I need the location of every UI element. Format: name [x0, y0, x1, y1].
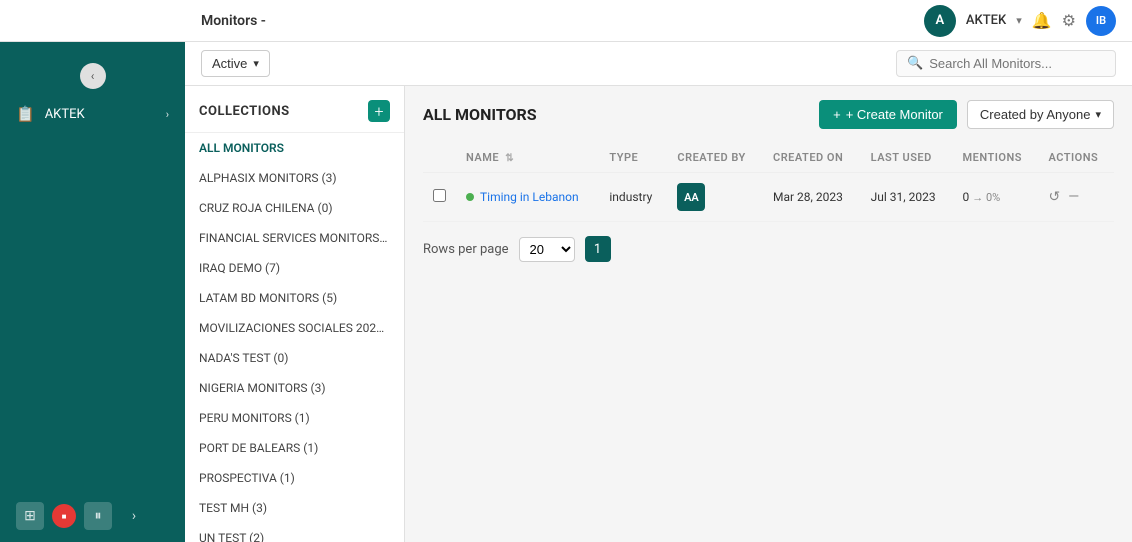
table-row: Timing in Lebanon industry AA Mar 28, 20…	[423, 173, 1114, 222]
collection-item[interactable]: MOVILIZACIONES SOCIALES 2022 (0)	[185, 313, 404, 343]
monitors-header: ALL MONITORS + + Create Monitor Created …	[423, 100, 1114, 129]
row-name: Timing in Lebanon	[456, 173, 599, 222]
create-monitor-btn[interactable]: + + Create Monitor	[819, 100, 957, 129]
rows-per-page-label: Rows per page	[423, 242, 509, 257]
expand-icon-btn[interactable]: ›	[120, 502, 148, 530]
collections-header: COLLECTIONS +	[185, 86, 404, 133]
col-checkbox	[423, 143, 456, 173]
collection-item[interactable]: CRUZ ROJA CHILENA (0)	[185, 193, 404, 223]
row-last-used: Jul 31, 2023	[861, 173, 953, 222]
row-created-on: Mar 28, 2023	[763, 173, 861, 222]
collection-item[interactable]: IRAQ DEMO (7)	[185, 253, 404, 283]
chevron-right-icon: ›	[166, 108, 169, 121]
collection-item[interactable]: LATAM BD MONITORS (5)	[185, 283, 404, 313]
main-content: Active ▾ 🔍 COLLECTIONS + ALL MONITORSALP…	[185, 42, 1132, 542]
search-box[interactable]: 🔍	[896, 50, 1116, 77]
col-last-used: LAST USED	[861, 143, 953, 173]
collection-item[interactable]: TEST MH (3)	[185, 493, 404, 523]
created-by-btn[interactable]: Created by Anyone ▾	[967, 100, 1114, 129]
record-indicator: ■	[52, 504, 76, 528]
pagination: Rows per page 20 50 100 1	[423, 236, 1114, 262]
record-icon: ■	[62, 512, 67, 521]
topbar: Monitors - A AKTEK ▾ 🔔 ⚙ IB	[0, 0, 1132, 42]
row-checkbox-input[interactable]	[433, 189, 446, 202]
col-created-by: CREATED BY	[667, 143, 763, 173]
col-type: TYPE	[599, 143, 667, 173]
chevron-down-icon: ▾	[1016, 14, 1022, 27]
collections-title: COLLECTIONS	[199, 104, 290, 119]
refresh-icon[interactable]: ↺	[1048, 189, 1060, 205]
sidebar-item-listen[interactable]: 📋 AKTEK ›	[0, 95, 185, 133]
created-by-label: Created by Anyone	[980, 107, 1091, 122]
topbar-title: Monitors -	[201, 13, 266, 29]
collection-item[interactable]: NIGERIA MONITORS (3)	[185, 373, 404, 403]
bell-icon[interactable]: 🔔	[1032, 11, 1052, 30]
chevron-down-icon: ▾	[253, 57, 259, 70]
active-label: Active	[212, 56, 247, 71]
chevron-down-icon: ▾	[1095, 108, 1101, 121]
row-actions: ↺ —	[1038, 173, 1114, 222]
col-name[interactable]: NAME ⇅	[456, 143, 599, 173]
collection-item[interactable]: ALL MONITORS	[185, 133, 404, 163]
sidebar-item-label-listen: AKTEK	[45, 107, 156, 122]
settings-icon[interactable]: ⚙	[1062, 11, 1076, 30]
row-checkbox[interactable]	[423, 173, 456, 222]
created-by-avatar: AA	[677, 183, 705, 211]
status-dot	[466, 193, 474, 201]
collection-item[interactable]: PROSPECTIVA (1)	[185, 463, 404, 493]
sub-header: Active ▾ 🔍	[185, 42, 1132, 86]
collection-item[interactable]: PORT DE BALEARS (1)	[185, 433, 404, 463]
collection-item[interactable]: ALPHASIX MONITORS (3)	[185, 163, 404, 193]
sidebar-collapse-btn[interactable]: ‹	[80, 63, 106, 89]
plus-icon: +	[833, 107, 841, 122]
username-label: AKTEK	[966, 13, 1006, 28]
grid-icon-btn[interactable]: ⊞	[16, 502, 44, 530]
pause-icon-btn[interactable]: ⏸	[84, 502, 112, 530]
rows-per-page-select[interactable]: 20 50 100	[519, 237, 575, 262]
collections-list: ALL MONITORSALPHASIX MONITORS (3)CRUZ RO…	[185, 133, 404, 542]
monitors-table: NAME ⇅ TYPE CREATED BY CREATED ON LAST U…	[423, 143, 1114, 222]
active-filter-btn[interactable]: Active ▾	[201, 50, 270, 77]
row-mentions: 0 → 0%	[953, 173, 1039, 222]
row-created-by: AA	[667, 173, 763, 222]
monitors-title: ALL MONITORS	[423, 105, 537, 124]
col-actions: ACTIONS	[1038, 143, 1114, 173]
create-monitor-label: + Create Monitor	[846, 107, 943, 122]
add-collection-btn[interactable]: +	[368, 100, 390, 122]
collection-item[interactable]: NADA'S TEST (0)	[185, 343, 404, 373]
monitors-actions: + + Create Monitor Created by Anyone ▾	[819, 100, 1114, 129]
listen-icon: 📋	[16, 105, 35, 123]
collection-item[interactable]: FINANCIAL SERVICES MONITORS (1)	[185, 223, 404, 253]
content-area: COLLECTIONS + ALL MONITORSALPHASIX MONIT…	[185, 86, 1132, 542]
collections-panel: COLLECTIONS + ALL MONITORSALPHASIX MONIT…	[185, 86, 405, 542]
monitors-panel: ALL MONITORS + + Create Monitor Created …	[405, 86, 1132, 542]
col-created-on: CREATED ON	[763, 143, 861, 173]
user-avatar-a: A	[924, 5, 956, 37]
collection-item[interactable]: UN TEST (2)	[185, 523, 404, 542]
sort-icon: ⇅	[505, 153, 514, 164]
row-type: industry	[599, 173, 667, 222]
search-input[interactable]	[929, 56, 1105, 71]
sidebar: Monitors ‹ 📋 AKTEK › ⊞ ■ ⏸ ›	[0, 0, 185, 542]
col-mentions: MENTIONS	[953, 143, 1039, 173]
collection-item[interactable]: PERU MONITORS (1)	[185, 403, 404, 433]
sidebar-bottom: ⊞ ■ ⏸ ›	[0, 490, 185, 542]
monitor-name-text[interactable]: Timing in Lebanon	[480, 190, 579, 204]
user-avatar-ib[interactable]: IB	[1086, 6, 1116, 36]
search-icon: 🔍	[907, 56, 923, 71]
page-number: 1	[585, 236, 611, 262]
more-options-icon[interactable]: —	[1068, 189, 1079, 205]
